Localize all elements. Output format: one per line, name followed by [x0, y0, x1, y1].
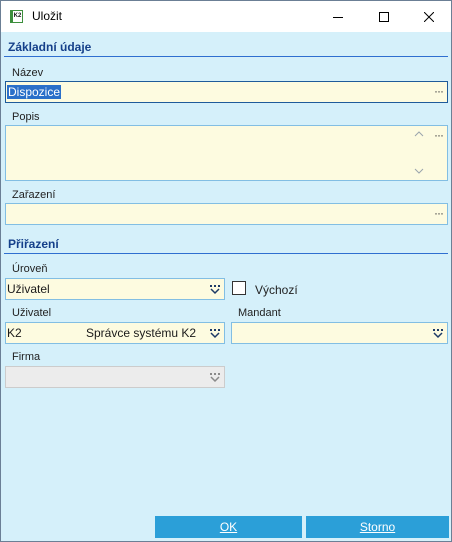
nazev-value: Dispozice: [7, 85, 62, 99]
uroven-select[interactable]: Uživatel: [5, 278, 225, 300]
popis-field[interactable]: ···: [5, 125, 448, 181]
zarazeni-field[interactable]: ···: [5, 203, 448, 225]
dropdown-arrow-icon: [210, 373, 220, 383]
popis-scrollbar[interactable]: [412, 127, 426, 179]
maximize-button[interactable]: [361, 1, 407, 32]
mandant-select[interactable]: [231, 322, 448, 344]
dropdown-arrow-icon[interactable]: [431, 326, 445, 340]
uzivatel-label: Uživatel: [12, 307, 52, 319]
close-icon: [424, 11, 434, 22]
section-title-basic: Základní údaje: [8, 40, 92, 54]
firma-select: [5, 366, 225, 388]
storno-button[interactable]: Storno: [306, 516, 449, 538]
section-divider: [4, 253, 448, 254]
zarazeni-label: Zařazení: [12, 189, 56, 201]
save-dialog: K2 Uložit Základní údaje Název Dispozice…: [0, 0, 452, 542]
app-icon: K2: [10, 10, 23, 23]
nazev-label: Název: [12, 67, 44, 79]
scroll-arrows-icon: [414, 131, 424, 174]
uroven-value: Uživatel: [7, 282, 50, 296]
uroven-label: Úroveň: [12, 263, 48, 275]
nazev-ellipsis-button[interactable]: ···: [434, 84, 444, 98]
section-divider: [4, 56, 448, 57]
section-title-assign: Přiřazení: [8, 237, 59, 251]
dialog-content: Základní údaje Název Dispozice ··· Popis…: [1, 32, 451, 541]
close-button[interactable]: [406, 1, 452, 32]
title-bar: K2 Uložit: [1, 1, 451, 32]
uzivatel-name: Správce systému K2: [86, 326, 197, 340]
vychozi-checkbox[interactable]: [232, 281, 246, 295]
minimize-icon: [333, 16, 343, 18]
dropdown-arrow-icon[interactable]: [208, 282, 222, 296]
vychozi-label: Výchozí: [255, 283, 298, 297]
zarazeni-ellipsis-button[interactable]: ···: [434, 206, 444, 220]
minimize-button[interactable]: [315, 1, 361, 32]
dropdown-arrow-icon[interactable]: [208, 326, 222, 340]
uzivatel-code: K2: [7, 326, 22, 340]
popis-ellipsis-button[interactable]: ···: [434, 128, 444, 142]
firma-label: Firma: [12, 351, 41, 363]
window-title: Uložit: [32, 9, 63, 23]
nazev-value-wrap: Dispozice: [7, 84, 62, 100]
uzivatel-select[interactable]: K2 Správce systému K2: [5, 322, 225, 344]
mandant-label: Mandant: [238, 307, 281, 319]
maximize-icon: [379, 11, 389, 22]
nazev-field[interactable]: Dispozice ···: [5, 81, 448, 103]
popis-label: Popis: [12, 111, 40, 123]
ok-button[interactable]: OK: [155, 516, 302, 538]
